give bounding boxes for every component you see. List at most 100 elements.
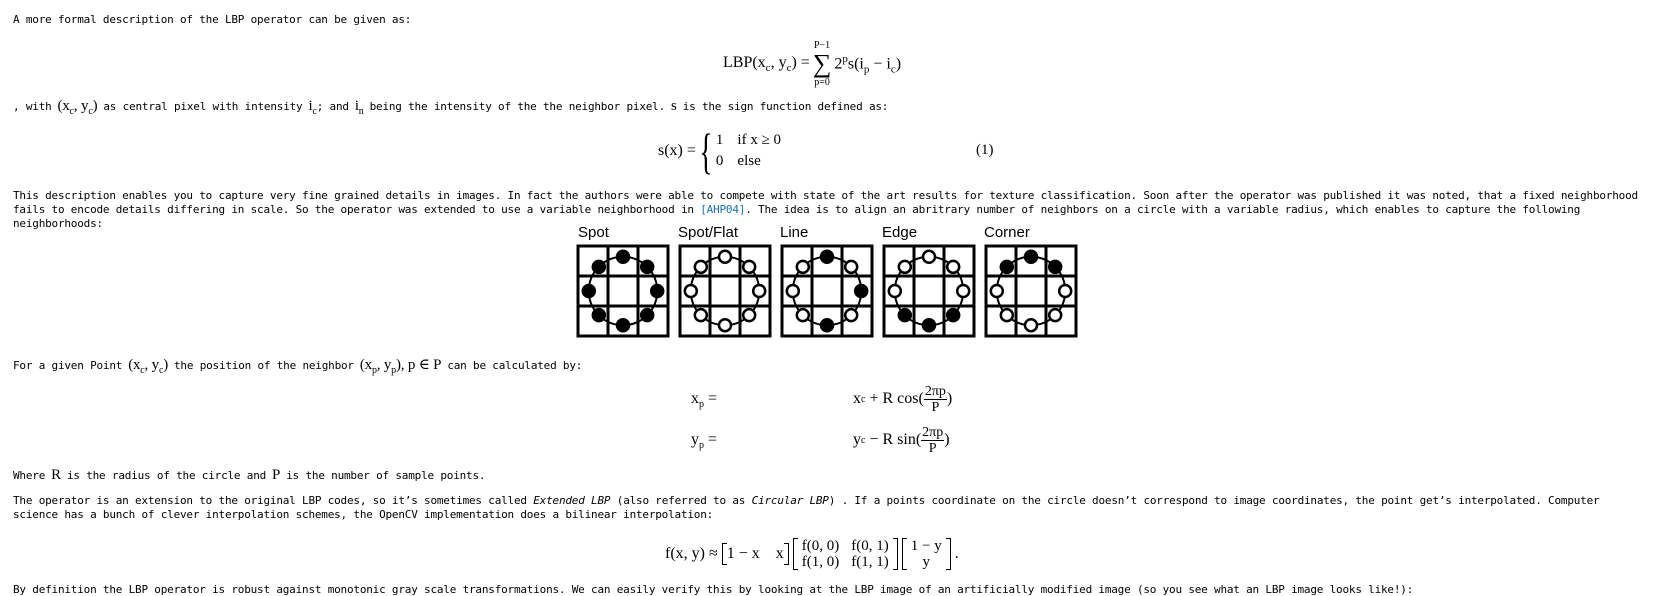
vector-cell: y xyxy=(922,554,931,570)
math-r: R xyxy=(51,467,61,483)
empty-sample-point xyxy=(921,249,937,265)
matrix-cell: f(1, 0) xyxy=(801,554,840,570)
empty-sample-point xyxy=(1047,307,1063,323)
empty-sample-point xyxy=(887,283,903,299)
empty-sample-point xyxy=(785,283,801,299)
pattern-label: Spot/Flat xyxy=(678,224,739,241)
text-span: , with xyxy=(13,100,52,113)
empty-sample-point xyxy=(741,259,757,275)
left-brace: { xyxy=(699,123,713,179)
xp-fraction: 2πp P xyxy=(923,383,947,415)
matrix-cell: f(1, 1) xyxy=(851,554,889,570)
case1-condition: if x ≥ 0 xyxy=(737,132,782,148)
pattern-grid xyxy=(984,244,1078,338)
filled-sample-point xyxy=(581,283,597,299)
where-paragraph: Where R is the radius of the circle and … xyxy=(13,467,486,484)
text-span: ; and xyxy=(316,100,349,113)
filled-sample-point xyxy=(1047,259,1063,275)
extension-paragraph: The operator is an extension to the orig… xyxy=(13,494,1643,522)
text-span: For a given Point xyxy=(13,359,123,372)
empty-sample-point xyxy=(1057,283,1073,299)
lbp-equation: LBP(xc, yc) = P−1 ∑ p=0 2ps(ip − ic) xyxy=(723,35,901,93)
empty-sample-point xyxy=(683,283,699,299)
empty-sample-point xyxy=(843,259,859,275)
filled-sample-point xyxy=(999,259,1015,275)
xp-equation: xp = xc + R cos( 2πp P ) xyxy=(691,380,991,418)
filled-sample-point xyxy=(639,307,655,323)
intro-text: A more formal description of the LBP ope… xyxy=(13,13,412,26)
empty-sample-point xyxy=(955,283,971,299)
pattern-label: Spot xyxy=(578,224,609,241)
empty-sample-point xyxy=(1023,317,1039,333)
math-xc-yc: (xc, yc) xyxy=(57,98,98,117)
last-paragraph: By definition the LBP operator is robust… xyxy=(13,583,1414,596)
text-span: being the intensity of the the neighbor … xyxy=(369,100,666,113)
filled-sample-point xyxy=(615,317,631,333)
column-vector: 1 − y y xyxy=(901,538,951,570)
pattern-label: Edge xyxy=(882,224,918,241)
matrix-cell: f(0, 0) xyxy=(801,538,840,554)
text-span: is the radius of the circle and xyxy=(66,469,267,482)
empty-sample-point xyxy=(693,307,709,323)
text-span: is the sign function defined as: xyxy=(682,100,889,113)
row-vector: 1 − xx xyxy=(721,543,789,565)
text-span: The operator is an extension to the orig… xyxy=(13,494,527,507)
filled-sample-point xyxy=(639,259,655,275)
sum-symbol: P−1 ∑ p=0 xyxy=(812,40,832,88)
empty-sample-point xyxy=(741,307,757,323)
vector-cell: 1 − y xyxy=(910,538,942,554)
math-xc-yc: (xc, yc) xyxy=(128,357,168,376)
sign-equation: s(x) = { 1 if x ≥ 0 0 else xyxy=(658,124,781,178)
pattern-grids xyxy=(576,244,1078,338)
filled-sample-point xyxy=(1023,249,1039,265)
yp-rhs: yc − R sin( 2πp P ) xyxy=(853,424,950,456)
pattern-figure: Spot Spot/Flat Line Edge Corner xyxy=(576,224,1080,344)
empty-sample-point xyxy=(717,317,733,333)
math-xp-yp: (xp, yp), p ∈ P xyxy=(359,357,442,376)
sign-lhs: s(x) = xyxy=(658,142,696,159)
text-span: Where xyxy=(13,469,46,482)
period: . xyxy=(954,545,959,562)
case2-value: 0 xyxy=(715,153,724,169)
yp-lhs: yp = xyxy=(691,431,718,452)
empty-sample-point xyxy=(795,259,811,275)
filled-sample-point xyxy=(945,307,961,323)
matrix-cell: f(0, 1) xyxy=(851,538,889,554)
empty-sample-point xyxy=(843,307,859,323)
filled-sample-point xyxy=(649,283,665,299)
math-p: P xyxy=(272,467,281,483)
text-span: can be calculated by: xyxy=(447,359,583,372)
empty-sample-point xyxy=(795,307,811,323)
filled-sample-point xyxy=(819,249,835,265)
filled-sample-point xyxy=(819,317,835,333)
math-in: in xyxy=(354,98,364,117)
yp-fraction: 2πp P xyxy=(921,424,945,456)
case2-condition: else xyxy=(737,153,761,169)
interpolation-equation: f(x, y) ≈ 1 − xx f(0, 0) f(0, 1) f(1, 0) f… xyxy=(665,532,959,576)
pattern-grid xyxy=(576,244,670,338)
empty-sample-point xyxy=(999,307,1015,323)
empty-sample-point xyxy=(989,283,1005,299)
matrix: f(0, 0) f(0, 1) f(1, 0) f(1, 1) xyxy=(792,538,898,570)
filled-sample-point xyxy=(591,307,607,323)
case1-value: 1 xyxy=(715,132,724,148)
filled-sample-point xyxy=(897,307,913,323)
filled-sample-point xyxy=(591,259,607,275)
empty-sample-point xyxy=(693,259,709,275)
empty-sample-point xyxy=(897,259,913,275)
text-span: the position of the neighbor xyxy=(174,359,354,372)
equation-number: (1) xyxy=(976,142,994,158)
lbp-rhs: 2ps(ip − ic) xyxy=(834,52,902,76)
sign-cases: 1 if x ≥ 0 0 else xyxy=(716,132,781,170)
math-ic: ic xyxy=(308,98,317,117)
empty-sample-point xyxy=(945,259,961,275)
filled-sample-point xyxy=(615,249,631,265)
xp-rhs: xc + R cos( 2πp P ) xyxy=(853,383,953,415)
point-paragraph: For a given Point (xc, yc) the position … xyxy=(13,355,582,376)
pattern-grid xyxy=(678,244,772,338)
pattern-grid xyxy=(882,244,976,338)
pattern-label: Line xyxy=(780,224,809,241)
citation-link[interactable]: [AHP04] xyxy=(700,203,745,216)
empty-sample-point xyxy=(717,249,733,265)
interp-lhs: f(x, y) ≈ xyxy=(665,545,718,562)
